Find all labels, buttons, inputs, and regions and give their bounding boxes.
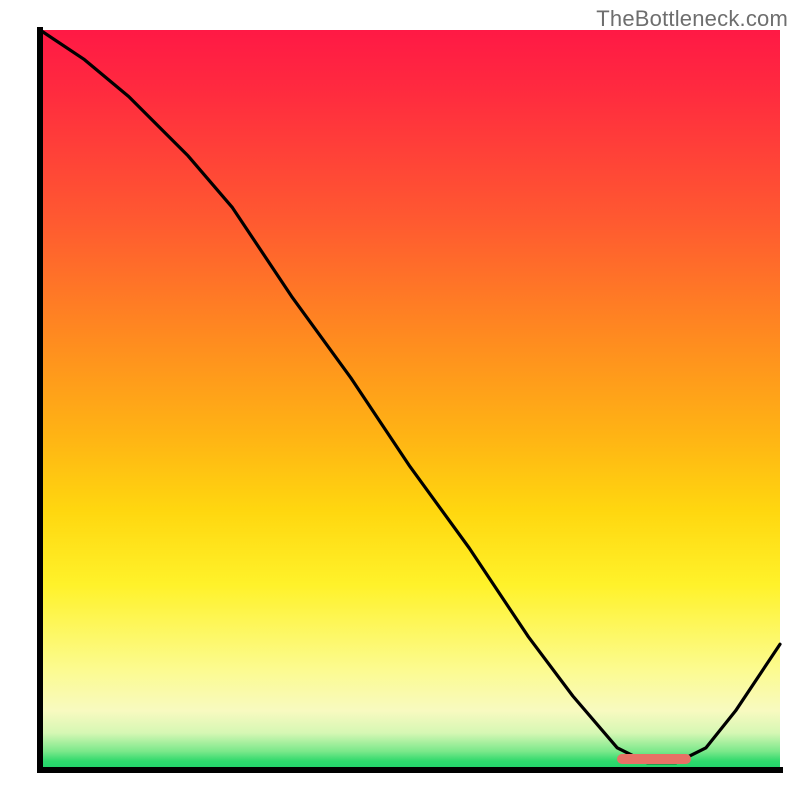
optimal-range-marker [617, 754, 691, 764]
performance-curve-path [40, 30, 780, 763]
line-series [40, 30, 780, 770]
plot-area [40, 30, 780, 770]
chart-container: TheBottleneck.com [0, 0, 800, 800]
watermark-text: TheBottleneck.com [596, 6, 788, 32]
